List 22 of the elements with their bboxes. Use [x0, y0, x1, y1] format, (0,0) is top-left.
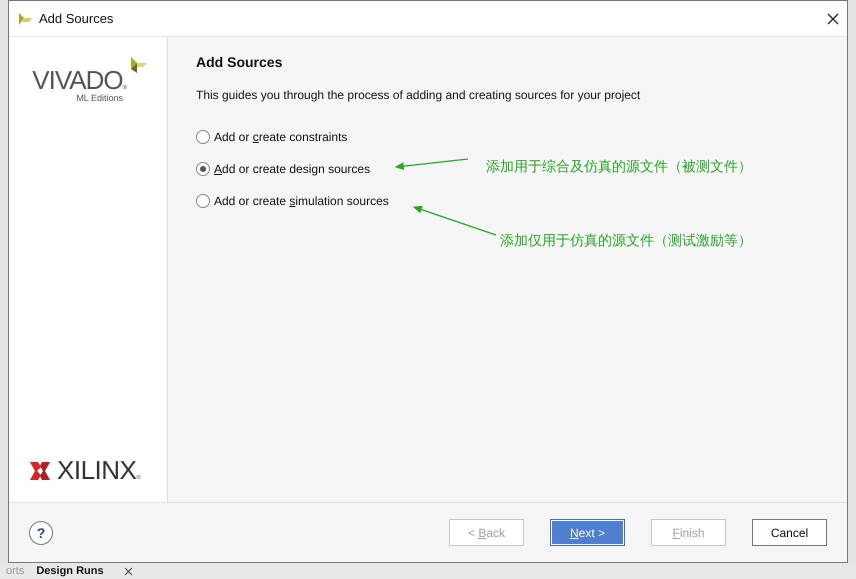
- page-heading: Add Sources: [196, 54, 284, 70]
- dialog-button[interactable]: Cancel: [752, 519, 827, 546]
- background-tab[interactable]: Design Runs: [30, 565, 110, 577]
- app-logo-icon: [17, 10, 33, 26]
- option-label[interactable]: Add or create design sources: [214, 162, 370, 176]
- window-title: Add Sources: [39, 11, 114, 26]
- option-label[interactable]: Add or create constraints: [214, 130, 348, 144]
- vivado-logo-text: VIVADO: [32, 67, 123, 93]
- dialog-button[interactable]: Next >: [550, 519, 625, 546]
- close-icon[interactable]: [124, 566, 133, 576]
- xilinx-logo-icon: [29, 460, 51, 482]
- page-description: This guides you through the process of adding and creating sources for your project: [196, 88, 642, 102]
- annotation-text: 添加仅用于仿真的源文件（测试激励等）: [500, 232, 752, 250]
- radio-button[interactable]: [196, 194, 210, 208]
- xilinx-logo-text: XILINX: [57, 455, 136, 486]
- radio-button[interactable]: [196, 162, 210, 176]
- help-button[interactable]: ?: [29, 520, 53, 544]
- annotation-text: 添加用于综合及仿真的源文件（被测文件）: [486, 158, 752, 176]
- close-icon[interactable]: [827, 12, 839, 24]
- radio-button[interactable]: [196, 130, 210, 144]
- edition-text: ML Editions: [76, 93, 123, 103]
- option-label[interactable]: Add or create simulation sources: [214, 194, 389, 208]
